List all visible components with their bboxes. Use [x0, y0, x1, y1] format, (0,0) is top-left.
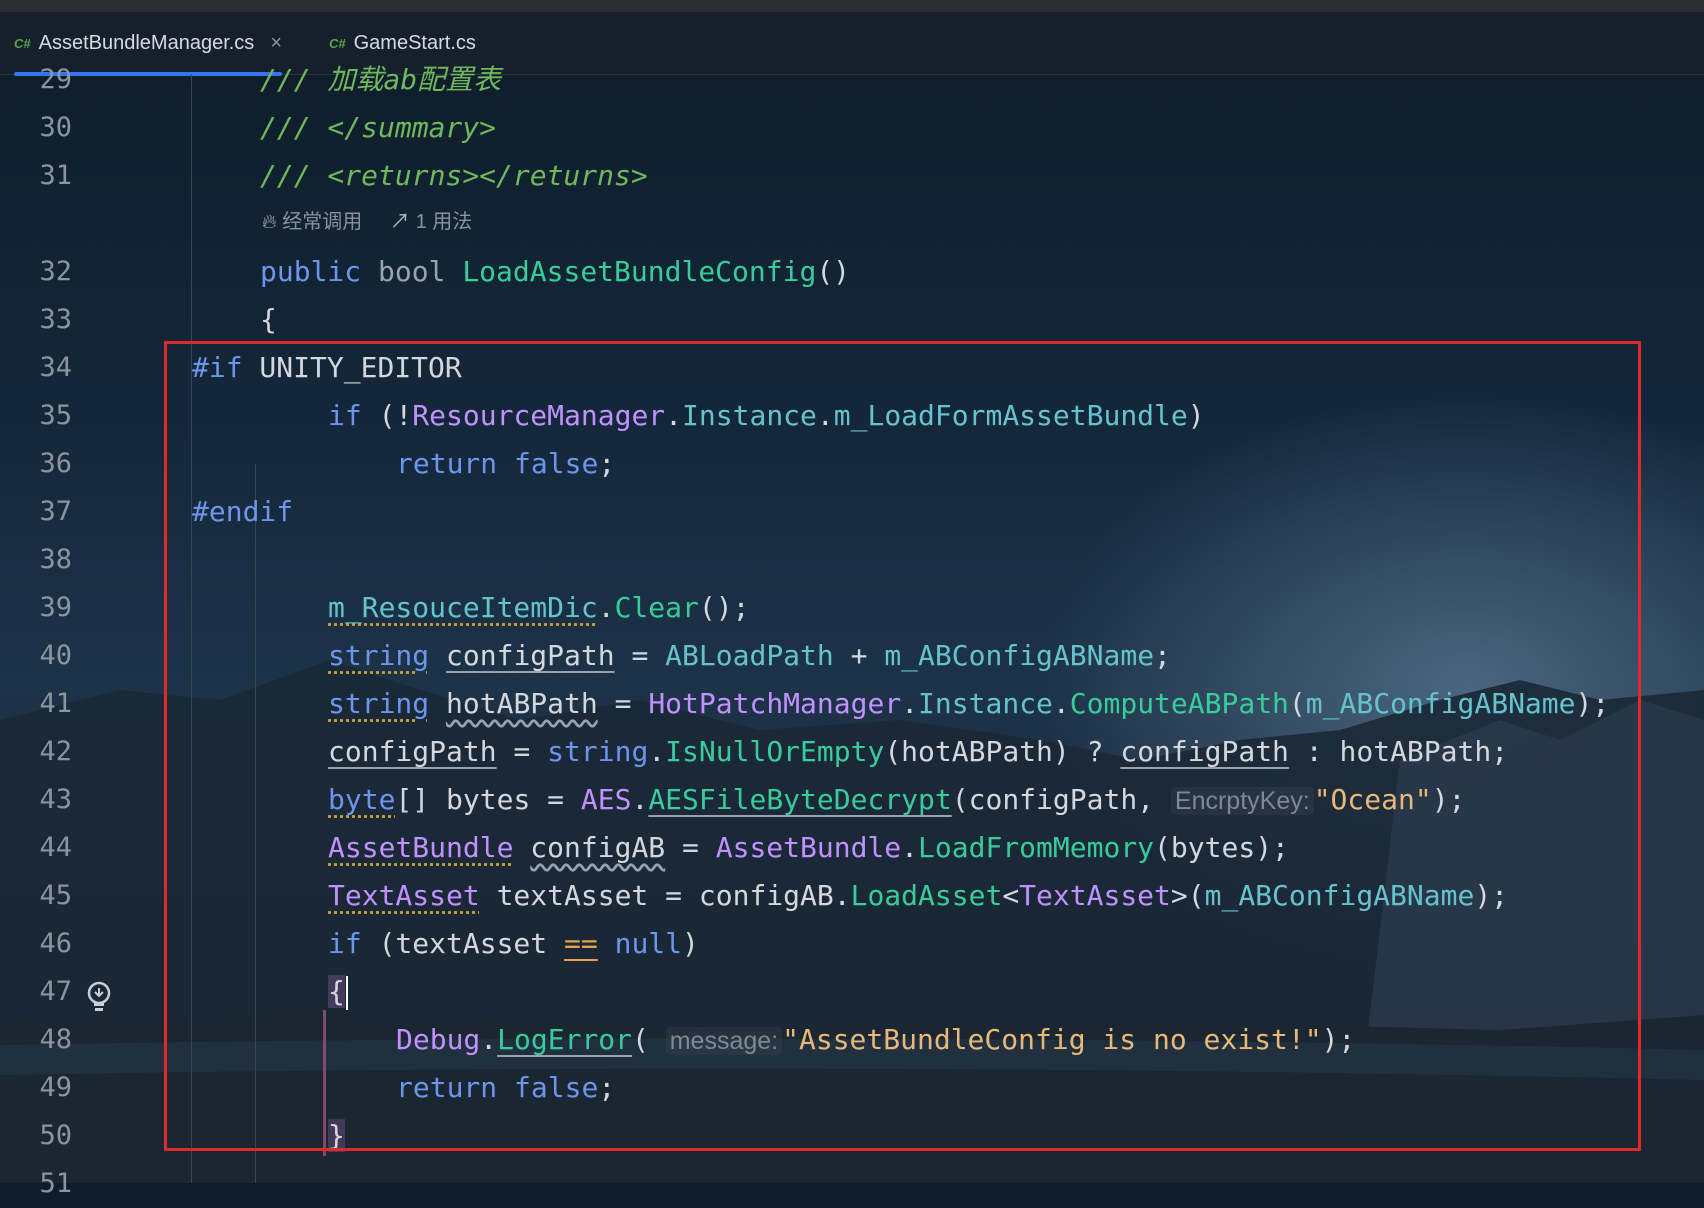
tab-label: AssetBundleManager.cs — [38, 31, 255, 54]
line-number: 31 — [39, 160, 72, 191]
method-declaration: public bool LoadAssetBundleConfig() — [260, 255, 851, 288]
line-number: 40 — [39, 640, 72, 671]
line-number: 50 — [39, 1120, 72, 1151]
code-line: 51 — [0, 1160, 1704, 1208]
code-vision-hints: 🔥︎ 经常调用 ↗ 1 用法 — [0, 198, 1704, 246]
csharp-file-icon: C# — [14, 35, 31, 51]
line-number: 39 — [39, 592, 72, 623]
line-number: 48 — [39, 1024, 72, 1055]
frequent-call-hint[interactable]: 经常调用 — [282, 211, 362, 233]
line-number: 44 — [39, 832, 72, 863]
highlight-rectangle — [164, 341, 1641, 1151]
line-number: 34 — [39, 352, 72, 383]
line-number: 32 — [39, 256, 72, 287]
code-text: /// <returns></returns> — [260, 159, 648, 192]
code-line: 29 /// 加载ab配置表 — [0, 56, 1704, 104]
line-number: 42 — [39, 736, 72, 767]
line-number: 49 — [39, 1072, 72, 1103]
code-text: /// 加载ab配置表 — [260, 63, 502, 96]
line-number: 33 — [39, 304, 72, 335]
usage-hint[interactable]: 1 用法 — [416, 211, 473, 233]
code-editor[interactable]: 29 /// 加载ab配置表 30 /// </summary> 31 /// … — [0, 63, 1704, 1199]
line-number: 29 — [39, 64, 72, 95]
line-number: 51 — [39, 1168, 72, 1199]
line-number: 45 — [39, 880, 72, 911]
line-number: 35 — [39, 400, 72, 431]
line-number: 41 — [39, 688, 72, 719]
code-line: 32 public bool LoadAssetBundleConfig() — [0, 248, 1704, 296]
lightbulb-icon[interactable] — [85, 980, 113, 1014]
line-number: 47 — [39, 976, 72, 1007]
line-number: 46 — [39, 928, 72, 959]
code-text: { — [260, 303, 277, 336]
code-line: 31 /// <returns></returns> — [0, 152, 1704, 200]
tab-label: GameStart.cs — [353, 31, 476, 54]
line-number: 37 — [39, 496, 72, 527]
csharp-file-icon: C# — [329, 35, 346, 51]
line-number: 38 — [39, 544, 72, 575]
line-number: 43 — [39, 784, 72, 815]
title-strip — [0, 0, 1704, 12]
usage-icon: ↗ — [390, 211, 411, 233]
code-line: 30 /// </summary> — [0, 104, 1704, 152]
line-number: 36 — [39, 448, 72, 479]
code-text: /// </summary> — [260, 111, 497, 144]
flame-icon: 🔥︎ — [262, 211, 277, 233]
code-line: 33 { — [0, 296, 1704, 344]
line-number: 30 — [39, 112, 72, 143]
close-icon[interactable]: × — [270, 32, 282, 55]
